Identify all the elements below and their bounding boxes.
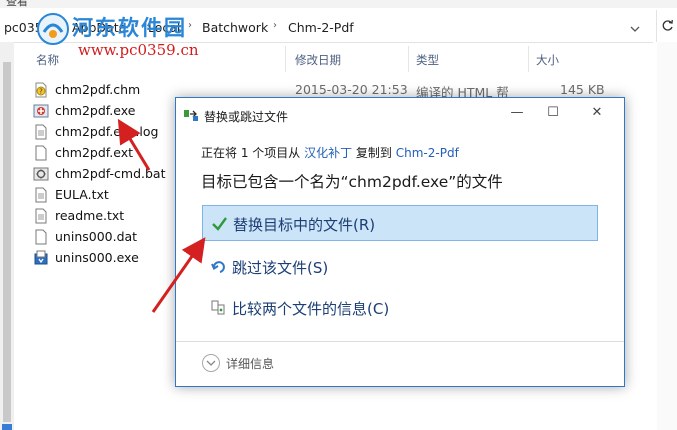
file-list-scrollbar[interactable] (657, 42, 677, 430)
file-modified-date: 2015-03-20 21:53 (295, 82, 408, 97)
watermark-url: www.pc0359.cn (78, 41, 199, 59)
breadcrumb-batchwork[interactable]: Batchwork (202, 20, 268, 35)
more-details-toggle[interactable]: 详细信息 (202, 354, 322, 376)
column-divider[interactable] (408, 46, 409, 72)
replace-option-label: 替换目标中的文件(R) (233, 216, 376, 234)
copy-prefix: 正在将 1 个项目从 (201, 146, 305, 160)
text-file-icon (35, 208, 47, 224)
replace-file-option[interactable]: 替换目标中的文件(R) (202, 205, 598, 241)
column-header-date[interactable]: 修改日期 (295, 52, 341, 68)
close-button[interactable]: ✕ (582, 102, 612, 124)
installer-exe-icon (34, 250, 48, 265)
file-name[interactable]: chm2pdf.chm (55, 82, 140, 97)
menu-view[interactable]: 查看 (6, 0, 28, 8)
skip-file-option[interactable]: 跳过该文件(S) (202, 249, 596, 283)
refresh-icon (662, 19, 673, 31)
file-name[interactable]: chm2pdf-cmd.bat (55, 166, 165, 181)
copy-progress-text: 正在将 1 个项目从 汉化补丁 复制到 Chm-2-Pdf (201, 144, 459, 161)
compare-files-icon (211, 300, 225, 315)
destination-folder-link[interactable]: Chm-2-Pdf (396, 146, 459, 160)
file-name[interactable]: unins000.dat (55, 229, 137, 244)
breadcrumb-current[interactable]: Chm-2-Pdf (288, 20, 354, 35)
compare-option-label: 比较两个文件的信息(C) (232, 300, 390, 318)
copy-files-icon (184, 110, 198, 121)
breadcrumb-separator-icon[interactable]: › (273, 20, 277, 31)
text-file-icon (35, 124, 47, 140)
file-name[interactable]: chm2pdf.ext (55, 145, 133, 160)
file-name[interactable]: readme.txt (55, 208, 124, 223)
svg-text:?: ? (39, 88, 43, 96)
replace-or-skip-dialog: 替换或跳过文件 — ☐ ✕ 正在将 1 个项目从 汉化补丁 复制到 Chm-2-… (175, 97, 625, 387)
watermark-logo-icon (37, 13, 69, 45)
column-divider[interactable] (285, 46, 286, 72)
more-details-label: 详细信息 (226, 357, 275, 371)
chevron-down-icon (202, 354, 220, 372)
dialog-title: 替换或跳过文件 (204, 110, 289, 124)
batch-file-icon (33, 167, 49, 181)
conflict-heading: 目标已包含一个名为“chm2pdf.exe”的文件 (201, 173, 503, 191)
file-name[interactable]: chm2pdf.exe.log (55, 124, 158, 139)
source-folder-link[interactable]: 汉化补丁 (304, 146, 352, 160)
file-name[interactable]: EULA.txt (55, 187, 109, 202)
compare-files-option[interactable]: 比较两个文件的信息(C) (202, 290, 596, 324)
column-header-size[interactable]: 大小 (536, 52, 559, 68)
blank-file-icon (35, 145, 47, 161)
file-name[interactable]: chm2pdf.exe (55, 103, 135, 118)
address-dropdown-icon[interactable] (630, 24, 640, 34)
column-header-name[interactable]: 名称 (36, 52, 59, 68)
nav-pane-scrollbar[interactable] (0, 42, 14, 430)
exe-app-icon (33, 104, 49, 118)
checkmark-icon (212, 217, 227, 231)
skip-arrow-icon (211, 261, 225, 273)
file-size: 145 KB (560, 82, 605, 97)
minimize-button[interactable]: — (502, 102, 532, 124)
skip-option-label: 跳过该文件(S) (232, 259, 329, 277)
chm-help-icon: ? (35, 82, 47, 98)
column-divider[interactable] (528, 46, 529, 72)
refresh-button[interactable] (656, 10, 677, 42)
menu-strip: 查看 (0, 0, 677, 8)
copy-middle: 复制到 (352, 146, 396, 160)
bottom-status-icon (2, 424, 12, 430)
maximize-button[interactable]: ☐ (538, 102, 568, 124)
file-name[interactable]: unins000.exe (55, 250, 139, 265)
column-header-type[interactable]: 类型 (416, 52, 439, 68)
dialog-divider (176, 341, 624, 342)
watermark-site-name: 河东软件园 (72, 16, 187, 40)
blank-file-icon (35, 229, 47, 245)
breadcrumb-separator-icon[interactable]: › (188, 20, 192, 31)
text-file-icon (35, 187, 47, 203)
